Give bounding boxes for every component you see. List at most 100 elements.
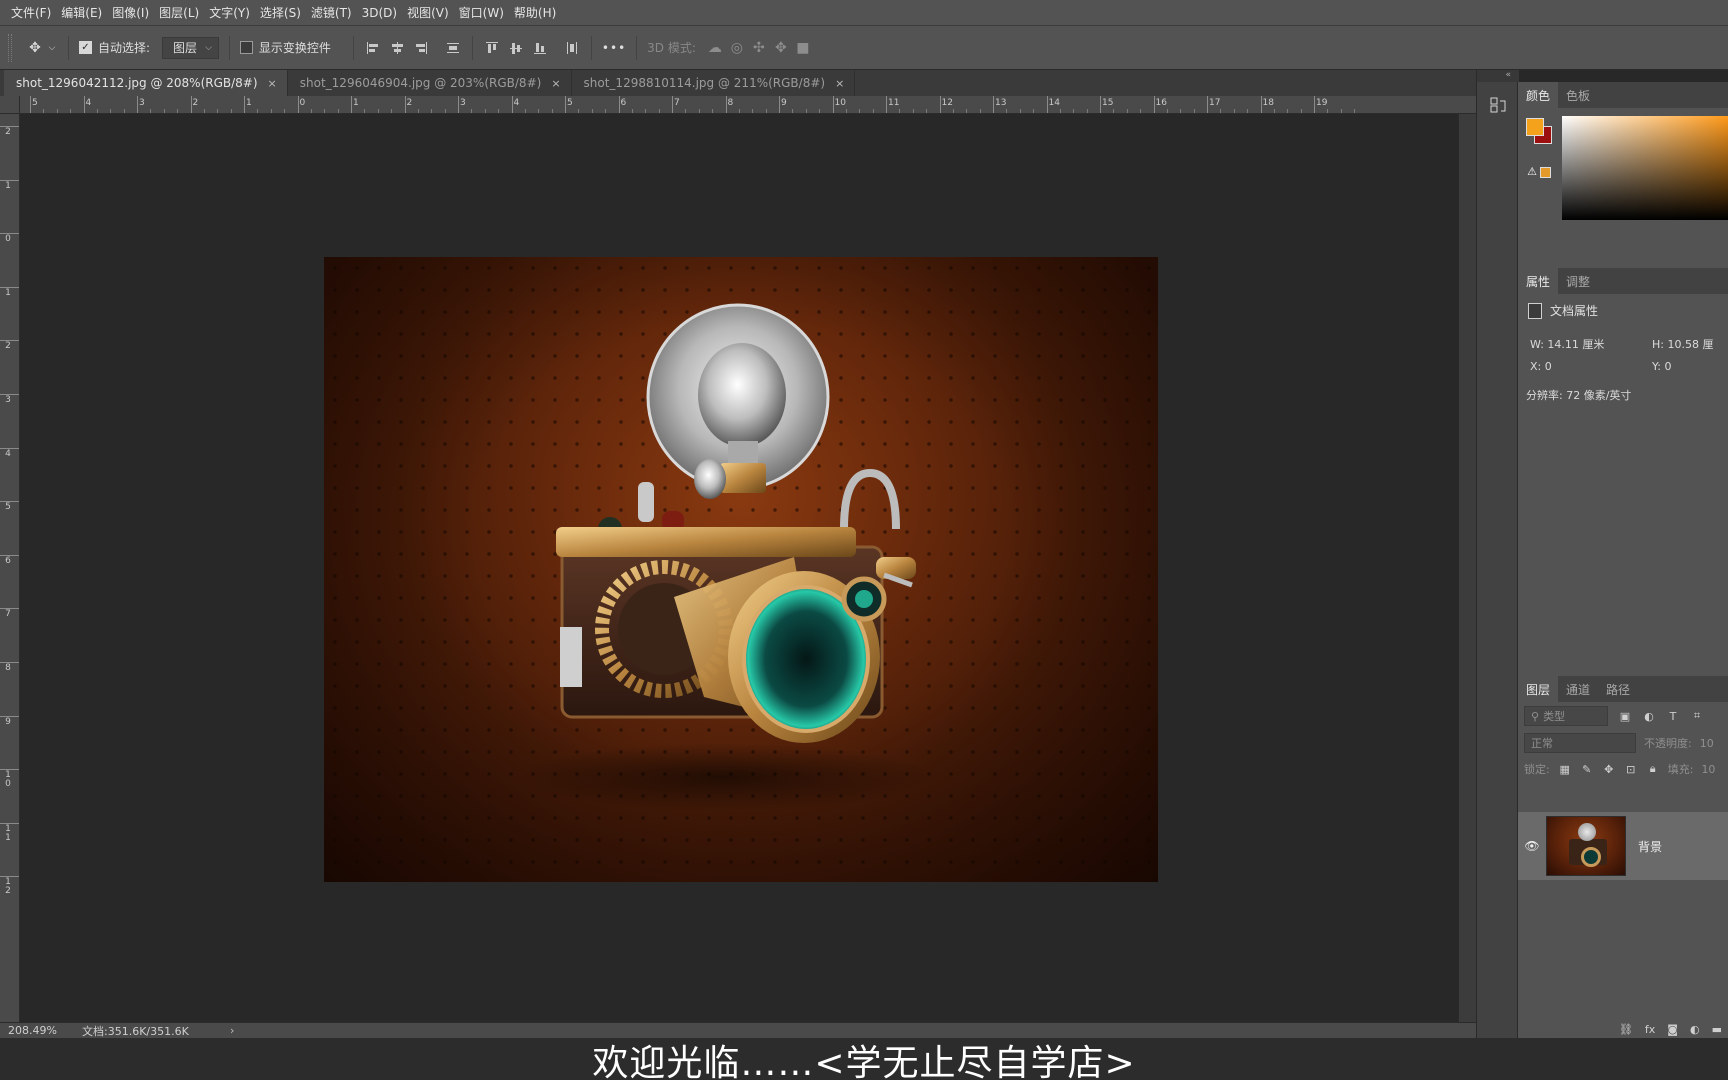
menu-item[interactable]: 视图(V)	[402, 0, 454, 26]
align-vcenter-icon[interactable]	[507, 39, 525, 57]
move-tool-icon[interactable]: ✥	[24, 37, 46, 59]
drag-3d-icon[interactable]: ✣	[748, 37, 770, 59]
menu-item[interactable]: 编辑(E)	[56, 0, 107, 26]
tab-layers[interactable]: 图层	[1518, 676, 1559, 702]
new-group-icon[interactable]: ▬	[1712, 1023, 1722, 1036]
ruler-minor-tick	[56, 109, 58, 113]
auto-select-dropdown[interactable]: 图层 ⌵	[162, 36, 219, 59]
blend-mode-dropdown[interactable]: 正常	[1524, 733, 1636, 753]
tool-preset-chevron-icon[interactable]: ⌵	[46, 37, 58, 59]
layer-filter-input[interactable]: ⚲ 类型	[1524, 706, 1608, 726]
properties-heading: 文档属性	[1518, 294, 1728, 327]
x-field[interactable]: X: 0	[1530, 360, 1652, 373]
document-tab-3[interactable]: shot_1298810114.jpg @ 211%(RGB/8#) ×	[572, 70, 856, 96]
menu-item[interactable]: 图像(I)	[107, 0, 154, 26]
orbit-3d-icon[interactable]: ☁	[704, 37, 726, 59]
filter-type-icon[interactable]: T	[1666, 710, 1680, 723]
menu-item[interactable]: 3D(D)	[357, 0, 402, 26]
menu-item[interactable]: 选择(S)	[255, 0, 306, 26]
options-grip[interactable]	[8, 33, 12, 62]
visibility-eye-icon[interactable]: 👁︎	[1518, 839, 1546, 853]
tab-adjustments[interactable]: 调整	[1558, 268, 1598, 294]
auto-select-label: 自动选择:	[98, 41, 151, 55]
ruler-tick	[83, 96, 85, 113]
divider	[471, 35, 473, 60]
foreground-color-swatch[interactable]	[1526, 118, 1544, 136]
ruler-minor-tick	[1059, 109, 1061, 113]
adjustment-layer-icon[interactable]: ◐	[1690, 1023, 1700, 1036]
menu-item[interactable]: 图层(L)	[154, 0, 204, 26]
filter-shape-icon[interactable]: ⌗	[1690, 709, 1704, 723]
filter-adjustment-icon[interactable]: ◐	[1642, 710, 1656, 723]
opacity-label: 不透明度:	[1644, 737, 1692, 750]
camera-3d-icon[interactable]: ■	[792, 37, 814, 59]
gamut-color-swatch[interactable]	[1540, 167, 1551, 178]
ruler-origin[interactable]	[0, 96, 20, 114]
align-right-icon[interactable]	[412, 39, 430, 57]
auto-select-checkbox[interactable]: ✓	[79, 41, 92, 54]
auto-select-value: 图层	[173, 41, 198, 55]
menu-item[interactable]: 滤镜(T)	[306, 0, 357, 26]
document-image[interactable]	[324, 257, 1158, 882]
y-field[interactable]: Y: 0	[1652, 360, 1671, 373]
size-row: W: 14.11 厘米 H: 10.58 厘	[1530, 333, 1728, 355]
link-layers-icon[interactable]: ⛓	[1619, 1023, 1633, 1036]
filter-pixel-icon[interactable]: ▣	[1618, 710, 1632, 723]
tab-channels[interactable]: 通道	[1558, 676, 1598, 702]
ruler-minor-tick	[417, 109, 419, 113]
divider	[68, 35, 69, 60]
fill-value[interactable]: 10	[1701, 763, 1715, 776]
close-icon[interactable]: ×	[551, 77, 560, 90]
ruler-label: 1	[5, 180, 11, 191]
ruler-minor-tick	[1140, 109, 1142, 113]
menu-item[interactable]: 帮助(H)	[509, 0, 561, 26]
opacity-value[interactable]: 10	[1700, 737, 1714, 750]
distribute-horizontal-icon[interactable]	[563, 39, 581, 57]
lock-transparent-icon[interactable]: ▦	[1558, 763, 1572, 776]
lock-artboard-icon[interactable]: ⊡	[1624, 763, 1638, 776]
vertical-ruler[interactable]: 2 1 0 1 2 3 4 5 6 7 8 9 10 11 12	[0, 114, 20, 1022]
ruler-minor-tick	[1354, 109, 1356, 113]
close-icon[interactable]: ×	[268, 77, 277, 90]
close-icon[interactable]: ×	[835, 77, 844, 90]
width-field[interactable]: W: 14.11 厘米	[1530, 336, 1652, 352]
lock-position-icon[interactable]: ✥	[1602, 763, 1616, 776]
document-tab-2[interactable]: shot_1296046904.jpg @ 203%(RGB/8#) ×	[288, 70, 572, 96]
layer-style-icon[interactable]: fx	[1645, 1023, 1655, 1036]
tab-swatches[interactable]: 色板	[1558, 82, 1598, 108]
menu-item[interactable]: 文件(F)	[6, 0, 56, 26]
collapse-arrows-icon[interactable]: «	[1477, 70, 1519, 82]
ruler-minor-tick	[203, 109, 205, 113]
height-field[interactable]: H: 10.58 厘	[1652, 336, 1713, 352]
layer-row-background[interactable]: 👁︎ 背景	[1518, 812, 1728, 880]
add-mask-icon[interactable]: ◙	[1667, 1023, 1678, 1036]
canvas-area[interactable]	[20, 114, 1458, 1022]
menu-item[interactable]: 窗口(W)	[454, 0, 509, 26]
lock-paint-icon[interactable]: ✎	[1580, 763, 1594, 776]
align-bottom-icon[interactable]	[531, 39, 549, 57]
layer-name[interactable]: 背景	[1638, 838, 1662, 855]
align-top-icon[interactable]	[483, 39, 501, 57]
ruler-minor-tick	[391, 109, 393, 113]
color-picker-field[interactable]	[1562, 116, 1728, 220]
tab-paths[interactable]: 路径	[1598, 676, 1638, 702]
tab-color[interactable]: 颜色	[1518, 82, 1559, 108]
menu-item[interactable]: 文字(Y)	[204, 0, 255, 26]
align-left-icon[interactable]	[364, 39, 382, 57]
document-tab-1[interactable]: shot_1296042112.jpg @ 208%(RGB/8#) ×	[4, 70, 288, 96]
show-transform-checkbox[interactable]	[239, 41, 253, 54]
ruler-minor-tick	[1126, 109, 1128, 113]
ruler-label: 2	[406, 98, 413, 108]
horizontal-ruler[interactable]: 5 4 3 2 1 0 1 2 3 4 5 6 7 8 9 10 11 12 13 14 15 16 17 18 19	[20, 96, 1476, 114]
ruler-label: 3	[139, 98, 145, 108]
roll-3d-icon[interactable]: ◎	[726, 37, 748, 59]
lock-all-icon[interactable]: 🔒︎	[1646, 762, 1660, 776]
canvas-vertical-scrollbar[interactable]	[1458, 114, 1476, 1022]
distribute-vertical-icon[interactable]	[444, 39, 462, 57]
history-panel-icon[interactable]	[1487, 94, 1509, 116]
align-hcenter-icon[interactable]	[388, 39, 406, 57]
slide-3d-icon[interactable]: ✥	[770, 37, 792, 59]
more-options-button[interactable]: •••	[602, 41, 626, 55]
steampunk-camera-illustration	[514, 303, 934, 811]
tab-properties[interactable]: 属性	[1518, 268, 1559, 294]
